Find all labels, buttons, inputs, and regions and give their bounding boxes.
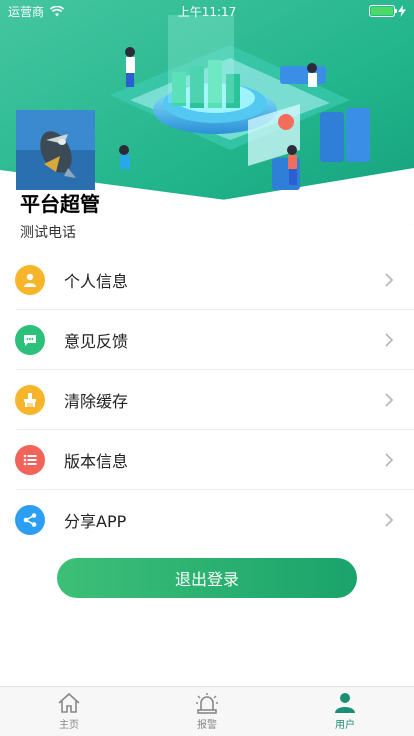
menu-item-profile[interactable]: 个人信息 xyxy=(0,250,414,310)
tab-bar: 主页 报警 用户 xyxy=(0,686,414,736)
user-icon xyxy=(24,273,36,287)
menu-item-label: 意见反馈 xyxy=(64,332,129,351)
logout-button[interactable]: 退出登录 xyxy=(57,558,357,598)
menu-item-label: 个人信息 xyxy=(64,272,129,291)
avatar[interactable] xyxy=(16,110,95,190)
chevron-right-icon xyxy=(385,453,394,467)
avatar-image xyxy=(16,110,95,190)
carrier-label: 运营商 xyxy=(8,4,45,19)
charging-icon xyxy=(398,5,406,17)
tab-label: 用户 xyxy=(335,720,355,731)
chevron-right-icon xyxy=(385,273,394,287)
menu-icon-circle xyxy=(15,385,45,415)
battery-icon xyxy=(369,5,397,17)
menu-item-clear-cache[interactable]: 清除缓存 xyxy=(0,370,414,430)
status-bar: 运营商 上午11:17 xyxy=(0,0,414,22)
wifi-icon xyxy=(50,5,65,16)
tab-label: 主页 xyxy=(59,720,79,731)
chevron-right-icon xyxy=(385,393,394,407)
menu-item-share[interactable]: 分享APP xyxy=(0,490,414,550)
tab-home[interactable]: 主页 xyxy=(0,687,138,736)
list-icon xyxy=(23,454,37,466)
message-icon xyxy=(24,335,36,346)
share-icon xyxy=(23,513,37,527)
user-icon xyxy=(335,693,355,713)
home-icon xyxy=(58,692,80,713)
alarm-icon xyxy=(196,693,218,714)
tab-label: 报警 xyxy=(197,720,217,731)
chevron-right-icon xyxy=(385,513,394,527)
menu-item-feedback[interactable]: 意见反馈 xyxy=(0,310,414,370)
settings-menu: 个人信息 意见反馈 清除缓存 版本信息 分享APP xyxy=(0,250,414,550)
menu-icon-circle xyxy=(15,325,45,355)
user-name: 平台超管 xyxy=(20,192,100,216)
menu-item-version[interactable]: 版本信息 xyxy=(0,430,414,490)
menu-icon-circle xyxy=(15,265,45,295)
menu-icon-circle xyxy=(15,505,45,535)
menu-item-label: 版本信息 xyxy=(64,452,129,471)
menu-icon-circle xyxy=(15,445,45,475)
user-phone: 测试电话 xyxy=(20,225,76,241)
menu-item-label: 分享APP xyxy=(64,512,127,531)
menu-item-label: 清除缓存 xyxy=(64,392,129,411)
chevron-right-icon xyxy=(385,333,394,347)
tab-user[interactable]: 用户 xyxy=(276,687,414,736)
tab-alarm[interactable]: 报警 xyxy=(138,687,276,736)
broom-icon xyxy=(24,393,36,407)
